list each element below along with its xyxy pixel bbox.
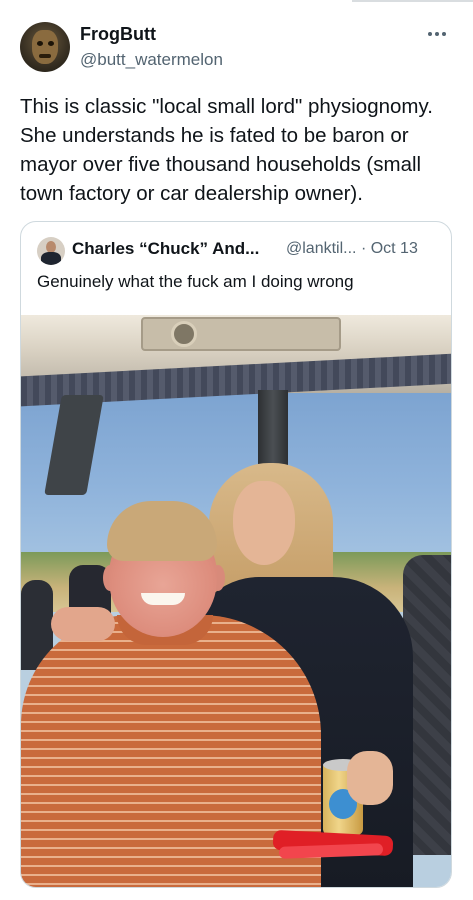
tweet-text: This is classic "local small lord" physi… [20, 95, 433, 205]
avatar-mouth [39, 54, 51, 58]
photo-hand-holding-can [347, 751, 393, 805]
quoted-tweet-card[interactable]: Charles “Chuck” And... @lanktil... · Oct… [20, 221, 452, 888]
avatar-eye [37, 41, 43, 46]
more-options-icon[interactable] [428, 26, 452, 42]
photo-hand-on-shoulder [51, 607, 115, 641]
quoted-avatar-suit [41, 252, 61, 265]
quoted-author-handle[interactable]: @lanktil... [286, 240, 356, 257]
photo-man-hair [107, 501, 217, 561]
photo-bus-mirror [44, 395, 104, 495]
quoted-author-name[interactable]: Charles “Chuck” And... [72, 239, 259, 259]
photo-shirt-logo [334, 637, 354, 661]
quoted-tweet-date[interactable]: · Oct 13 [361, 240, 418, 257]
author-avatar[interactable] [20, 22, 70, 72]
author-display-name[interactable]: FrogButt [80, 24, 156, 45]
photo-woman-face [233, 481, 295, 565]
quoted-tweet-text: Genuinely what the fuck am I doing wrong [37, 272, 354, 291]
photo-vent-dial [171, 321, 197, 347]
author-handle[interactable]: @butt_watermelon [80, 50, 223, 70]
tweet: FrogButt @butt_watermelon This is classi… [0, 0, 473, 900]
avatar-eye [48, 41, 54, 46]
photo-man-smile [141, 593, 185, 605]
quoted-author-meta: @lanktil... · Oct 13 [286, 240, 418, 258]
quoted-tweet-photo[interactable] [21, 315, 451, 887]
avatar-face [32, 30, 58, 64]
quoted-author-avatar[interactable] [37, 237, 65, 265]
